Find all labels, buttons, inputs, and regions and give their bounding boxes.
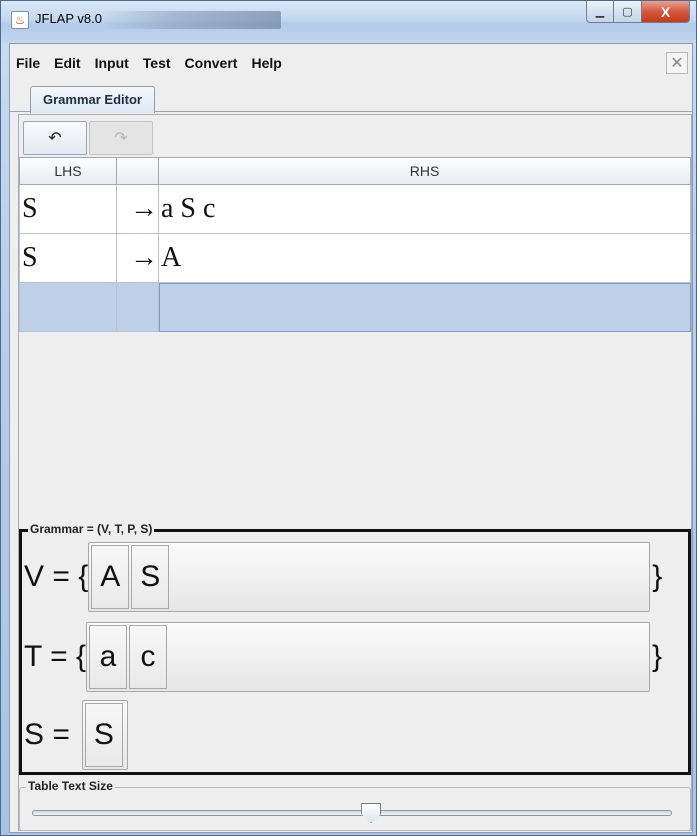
menu-bar: File Edit Input Test Convert Help ✕ [10, 44, 692, 82]
rhs-cell[interactable]: a S c [159, 185, 691, 234]
tab-grammar-editor[interactable]: Grammar Editor [30, 86, 155, 113]
variables-close-brace: } [652, 560, 663, 593]
rhs-cell-editing[interactable] [159, 283, 691, 332]
terminals-label: T = { [24, 640, 86, 673]
table-body: S → a S c S → A [19, 185, 691, 332]
toolbar: ↶ ↷ [19, 115, 691, 157]
productions-table: LHS RHS S → a S c S → A [19, 157, 691, 517]
start-symbol[interactable]: S [84, 703, 123, 767]
lhs-cell[interactable]: S [19, 234, 117, 283]
minimize-button[interactable]: ▁ [586, 1, 614, 23]
start-label: S = [24, 718, 70, 751]
client-area: File Edit Input Test Convert Help ✕ Gram… [9, 43, 693, 833]
variables-row: V = { A S } [24, 542, 662, 612]
menu-file[interactable]: File [14, 53, 42, 73]
grammar-editor-panel: ↶ ↷ LHS RHS S → a S c S → A Grammar = (V… [18, 114, 692, 831]
arrow-cell: → [117, 185, 159, 234]
close-button[interactable]: X [642, 1, 690, 23]
title-bar[interactable]: ♨ JFLAP v8.0 ▁ ▢ X [1, 1, 696, 43]
header-rhs[interactable]: RHS [159, 157, 691, 185]
terminals-set: a c [86, 622, 650, 692]
maximize-button[interactable]: ▢ [614, 1, 642, 23]
start-row: S = S [24, 700, 128, 770]
terminal-symbol[interactable]: c [129, 625, 167, 689]
redo-button[interactable]: ↷ [89, 121, 153, 155]
header-arrow[interactable] [117, 157, 159, 185]
table-row-empty-selected[interactable] [19, 283, 691, 332]
rhs-cell[interactable]: A [159, 234, 691, 283]
text-size-group: Table Text Size [19, 779, 691, 831]
menu-input[interactable]: Input [93, 53, 131, 73]
variable-symbol[interactable]: S [131, 545, 170, 609]
terminals-close-brace: } [652, 640, 663, 673]
variables-set: A S [88, 542, 651, 612]
close-tab-button[interactable]: ✕ [666, 52, 688, 74]
blurred-title-region [101, 11, 281, 29]
table-header: LHS RHS [19, 157, 691, 185]
undo-button[interactable]: ↶ [23, 121, 87, 155]
lhs-cell[interactable] [19, 283, 117, 332]
window-controls: ▁ ▢ X [586, 1, 690, 23]
tab-strip: Grammar Editor [10, 82, 692, 113]
text-size-slider-track[interactable] [32, 810, 672, 816]
terminals-row: T = { a c } [24, 622, 662, 692]
menu-help[interactable]: Help [249, 53, 283, 73]
arrow-cell: → [117, 234, 159, 283]
text-size-legend: Table Text Size [26, 779, 115, 793]
start-set: S [81, 700, 128, 770]
header-lhs[interactable]: LHS [19, 157, 117, 185]
menu-test[interactable]: Test [141, 53, 173, 73]
variables-label: V = { [24, 560, 89, 593]
variable-symbol[interactable]: A [91, 545, 130, 609]
lhs-cell[interactable]: S [19, 185, 117, 234]
redo-icon: ↷ [114, 130, 128, 147]
grammar-legend: Grammar = (V, T, P, S) [28, 522, 155, 536]
window-title: JFLAP v8.0 [35, 11, 102, 26]
undo-icon: ↶ [48, 130, 62, 147]
text-size-slider-thumb[interactable] [361, 803, 382, 823]
menu-edit[interactable]: Edit [52, 53, 82, 73]
terminal-symbol[interactable]: a [89, 625, 127, 689]
menu-convert[interactable]: Convert [183, 53, 240, 73]
java-app-icon: ♨ [11, 11, 29, 29]
arrow-cell [117, 283, 159, 332]
table-row[interactable]: S → a S c [19, 185, 691, 234]
table-row[interactable]: S → A [19, 234, 691, 283]
grammar-definition-box: Grammar = (V, T, P, S) V = { A S } T = {… [19, 522, 691, 775]
app-window: ♨ JFLAP v8.0 ▁ ▢ X File Edit Input Test … [0, 0, 697, 836]
